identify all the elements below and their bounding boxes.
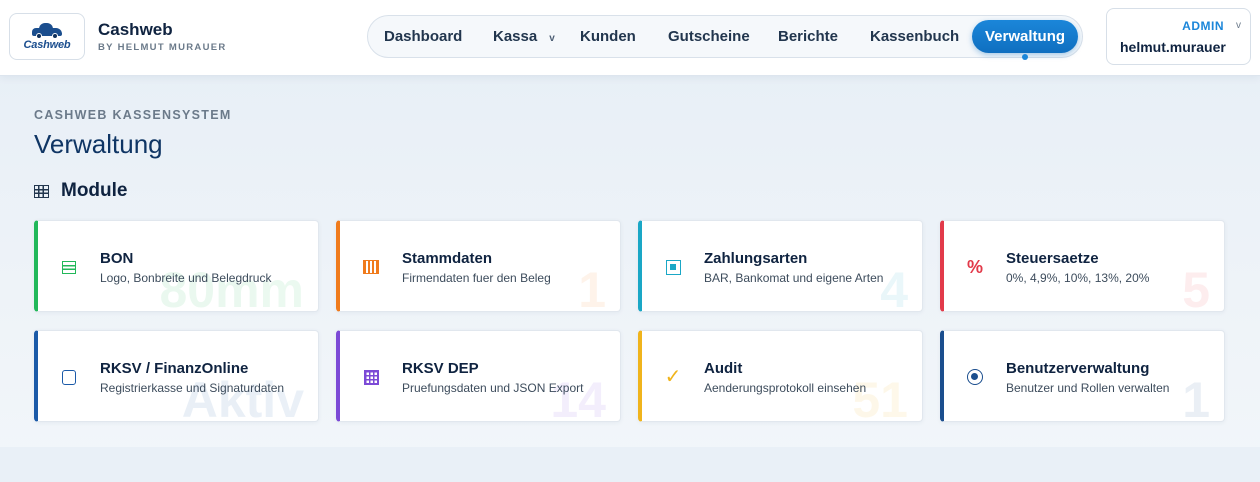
nav-dashboard-label: Dashboard [384,28,463,45]
barcode-icon [363,259,379,275]
check-icon: ✓ [664,366,682,388]
card-description: Pruefungsdaten und JSON Export [402,381,584,395]
nav-kassenbuch-label: Kassenbuch [870,28,960,45]
export-grid-icon [363,369,379,385]
card-description: Benutzer und Rollen verwalten [1006,381,1170,395]
card-title: Zahlungsarten [704,250,808,267]
card-title: Steuersaetze [1006,250,1099,267]
nav-dashboard[interactable]: Dashboard [384,20,462,53]
card-bg-value: 4 [880,262,908,312]
card-title: Benutzerverwaltung [1006,360,1150,377]
module-card-rksv-dep[interactable]: 14 RKSV DEP Pruefungsdaten und JSON Expo… [336,330,621,422]
card-title: RKSV DEP [402,360,479,377]
nav-gutscheine[interactable]: Gutscheine [668,20,750,53]
module-card-benutzerverwaltung[interactable]: 1 Benutzerverwaltung Benutzer und Rollen… [940,330,1225,422]
nav-berichte[interactable]: Berichte [778,20,838,53]
section-title: Module [61,180,128,201]
user-role-badge: ADMIN [1182,19,1224,33]
module-card-stammdaten[interactable]: 1 Stammdaten Firmendaten fuer den Beleg [336,220,621,312]
brand-title: Cashweb [98,20,173,39]
card-title: Stammdaten [402,250,493,267]
module-card-rksv-finanzonline[interactable]: Aktiv RKSV / FinanzOnline Registrierkass… [34,330,319,422]
nav-verwaltung[interactable]: Verwaltung [972,20,1079,53]
chevron-down-icon: v [1236,20,1241,31]
nav-kassa-label: Kassa [493,28,538,45]
card-description: Registrierkasse und Signaturdaten [100,381,285,395]
main-nav: Dashboard Kassa v Kunden Gutscheine Beric… [367,15,1083,58]
user-menu[interactable]: ADMIN v helmut.murauer [1106,8,1251,65]
user-name: helmut.murauer [1120,39,1226,55]
active-indicator-dot [1022,54,1028,60]
card-description: Logo, Bonbreite und Belegdruck [100,271,272,285]
page-title: Verwaltung [34,129,163,159]
footer-band [0,447,1260,482]
card-description: Firmendaten fuer den Beleg [402,271,551,285]
card-bg-value: 1 [1182,372,1210,422]
car-logo-icon [32,22,62,39]
nav-kassa[interactable]: Kassa v [493,20,555,53]
chevron-down-icon: v [549,33,555,44]
card-title: Audit [704,360,743,377]
module-card-bon[interactable]: 80mm BON Logo, Bonbreite und Belegdruck [34,220,319,312]
receipt-icon [61,259,77,275]
grid-icon [34,185,49,198]
app-logo[interactable]: Cashweb [9,13,85,60]
card-description: 0%, 4,9%, 10%, 13%, 20% [1006,271,1150,285]
nav-verwaltung-label: Verwaltung [985,28,1066,45]
card-title: BON [100,250,134,267]
brand-subtitle: BY HELMUT MURAUER [98,42,227,53]
user-icon [967,369,983,385]
module-card-audit[interactable]: 51 ✓ Audit Aenderungsprotokoll einsehen [638,330,923,422]
register-icon [61,369,77,385]
nav-gutscheine-label: Gutscheine [668,28,750,45]
card-description: Aenderungsprotokoll einsehen [704,381,867,395]
nav-kunden-label: Kunden [580,28,636,45]
card-title: RKSV / FinanzOnline [100,360,249,377]
logo-text: Cashweb [23,38,71,51]
nav-berichte-label: Berichte [778,28,839,45]
module-card-zahlungsarten[interactable]: 4 Zahlungsarten BAR, Bankomat und eigene… [638,220,923,312]
nav-kunden[interactable]: Kunden [580,20,636,53]
module-card-steuersaetze[interactable]: 5 % Steuersaetze 0%, 4,9%, 10%, 13%, 20% [940,220,1225,312]
card-bg-value: 1 [578,262,606,312]
percent-icon: % [967,257,984,277]
payment-icon [665,259,681,275]
card-bg-value: 5 [1182,262,1210,312]
card-description: BAR, Bankomat und eigene Arten [704,271,884,285]
nav-kassenbuch[interactable]: Kassenbuch [870,20,959,53]
page-kicker: CASHWEB KASSENSYSTEM [34,108,232,122]
top-header: Cashweb Cashweb BY HELMUT MURAUER Dashbo… [0,0,1260,76]
